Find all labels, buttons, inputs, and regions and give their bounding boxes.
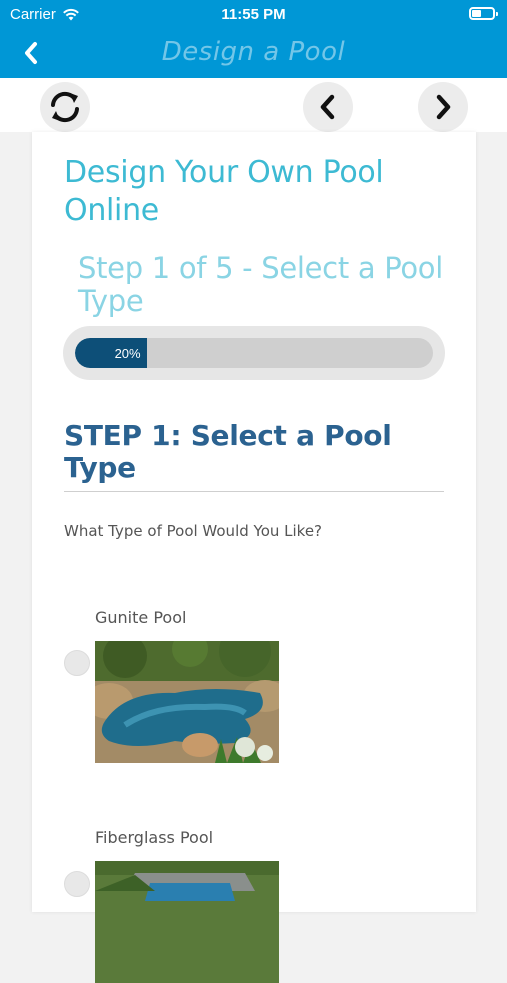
question-text: What Type of Pool Would You Like? <box>64 522 323 540</box>
chevron-left-icon <box>320 94 335 120</box>
radio-fiberglass[interactable] <box>64 871 90 897</box>
option-label-gunite: Gunite Pool <box>95 608 187 627</box>
section-title: STEP 1: Select a Pool Type <box>64 419 392 484</box>
fiberglass-pool-image[interactable] <box>95 861 279 983</box>
divider <box>64 491 444 492</box>
progress-track: 20% <box>75 338 433 368</box>
step-heading: Step 1 of 5 - Select a Pool Type <box>78 251 444 318</box>
status-bar: Carrier 11:55 PM <box>0 0 507 28</box>
refresh-button[interactable] <box>40 82 90 132</box>
nav-title: Design a Pool <box>161 37 346 67</box>
chevron-right-icon <box>436 94 451 120</box>
toolbar <box>0 78 507 132</box>
progress-label: 20% <box>114 345 141 361</box>
gunite-pool-image[interactable] <box>95 641 279 763</box>
content-card: Design Your Own Pool Online Step 1 of 5 … <box>32 132 476 983</box>
battery-icon <box>469 7 498 20</box>
nav-bar: Design a Pool <box>0 28 507 78</box>
previous-step-button[interactable] <box>303 82 353 132</box>
next-step-button[interactable] <box>418 82 468 132</box>
progress-bar: 20% <box>63 326 445 380</box>
progress-fill: 20% <box>75 338 147 368</box>
page-heading: Design Your Own Pool Online <box>64 155 384 228</box>
refresh-icon <box>51 91 79 123</box>
status-time: 11:55 PM <box>221 6 286 23</box>
option-label-fiberglass: Fiberglass Pool <box>95 828 214 847</box>
radio-gunite[interactable] <box>64 650 90 676</box>
